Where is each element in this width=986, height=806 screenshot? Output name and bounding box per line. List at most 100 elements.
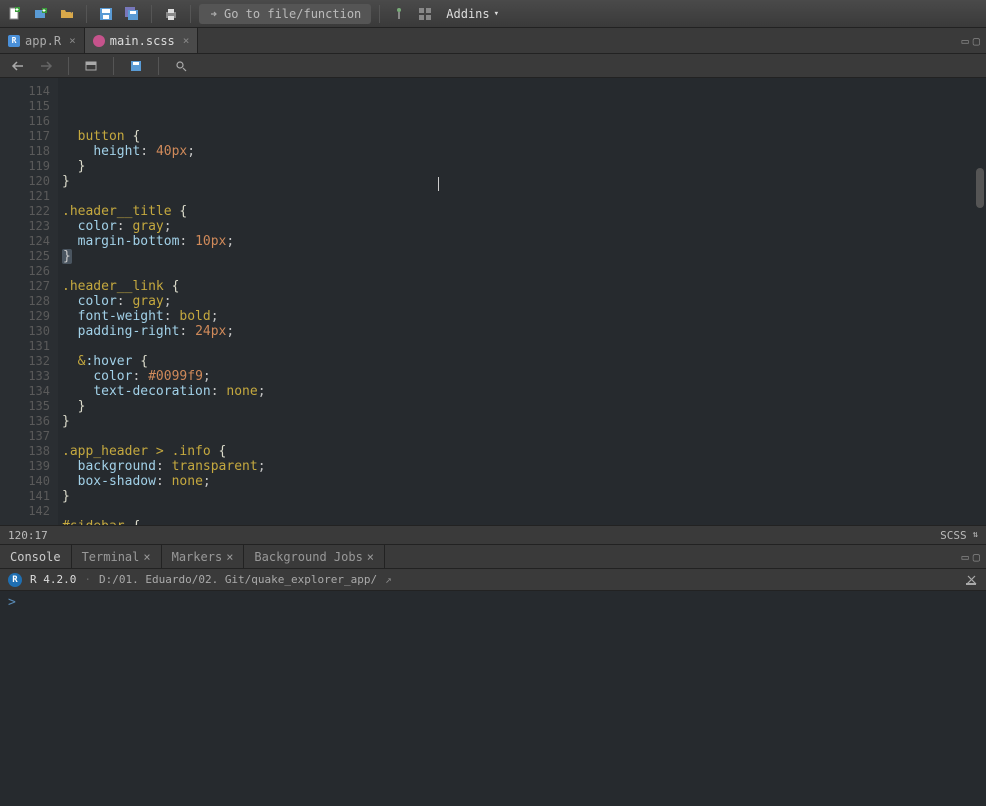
code-content[interactable]: button { height: 40px; }} .header__title …	[58, 78, 986, 525]
code-line[interactable]: box-shadow: none;	[58, 474, 986, 489]
code-line[interactable]: color: gray;	[58, 294, 986, 309]
main-toolbar: Go to file/function Addins ▾	[0, 0, 986, 28]
close-icon[interactable]: ×	[69, 34, 76, 47]
line-number: 140	[0, 474, 58, 489]
code-line[interactable]: }	[58, 489, 986, 504]
text-cursor	[438, 177, 439, 191]
tab-app-r[interactable]: R app.R ×	[0, 28, 85, 53]
maximize-icon[interactable]: ▢	[973, 34, 980, 48]
working-directory[interactable]: D:/01. Eduardo/02. Git/quake_explorer_ap…	[99, 573, 377, 586]
close-icon[interactable]: ×	[367, 550, 374, 564]
line-number: 135	[0, 399, 58, 414]
tab-main-scss[interactable]: main.scss ×	[85, 28, 199, 53]
addins-label: Addins	[446, 7, 489, 21]
code-line[interactable]: }	[58, 174, 986, 189]
tab-label: Console	[10, 550, 61, 564]
code-line[interactable]: text-decoration: none;	[58, 384, 986, 399]
minimize-icon[interactable]: ▭	[962, 34, 969, 48]
code-line[interactable]: button {	[58, 129, 986, 144]
code-line[interactable]: .header__title {	[58, 204, 986, 219]
clear-icon[interactable]	[964, 573, 978, 587]
code-line[interactable]: margin-bottom: 10px;	[58, 234, 986, 249]
code-line[interactable]	[58, 189, 986, 204]
line-number: 125	[0, 249, 58, 264]
toolbar-separator	[379, 5, 380, 23]
addins-menu[interactable]: Addins ▾	[440, 3, 505, 25]
close-icon[interactable]: ×	[143, 550, 150, 564]
popout-icon[interactable]: ↗	[385, 573, 392, 586]
code-editor[interactable]: 1141151161171181191201211221231241251261…	[0, 78, 986, 525]
line-number: 118	[0, 144, 58, 159]
code-line[interactable]: }	[58, 399, 986, 414]
tab-label: Background Jobs	[254, 550, 362, 564]
line-number: 132	[0, 354, 58, 369]
line-number: 131	[0, 339, 58, 354]
code-line[interactable]: &:hover {	[58, 354, 986, 369]
tab-terminal[interactable]: Terminal ×	[72, 545, 162, 568]
code-line[interactable]: }	[58, 249, 986, 264]
line-number: 116	[0, 114, 58, 129]
line-number: 128	[0, 294, 58, 309]
line-number: 142	[0, 504, 58, 519]
code-line[interactable]: }	[58, 414, 986, 429]
line-number: 136	[0, 414, 58, 429]
code-line[interactable]: color: #0099f9;	[58, 369, 986, 384]
line-number: 129	[0, 309, 58, 324]
tab-background-jobs[interactable]: Background Jobs ×	[244, 545, 385, 568]
show-in-new-window-icon[interactable]	[81, 57, 101, 75]
open-file-icon[interactable]	[56, 3, 78, 25]
save-icon[interactable]	[95, 3, 117, 25]
tab-markers[interactable]: Markers ×	[162, 545, 245, 568]
editor-tabs: R app.R × main.scss × ▭ ▢	[0, 28, 986, 54]
toolbar-separator	[86, 5, 87, 23]
line-number: 114	[0, 84, 58, 99]
code-line[interactable]: font-weight: bold;	[58, 309, 986, 324]
build-icon[interactable]	[388, 3, 410, 25]
line-number: 123	[0, 219, 58, 234]
code-line[interactable]: #sidebar {	[58, 519, 986, 525]
editor-toolbar	[0, 54, 986, 78]
cursor-position: 120:17	[8, 529, 48, 542]
save-all-icon[interactable]	[121, 3, 143, 25]
close-icon[interactable]: ×	[226, 550, 233, 564]
code-line[interactable]	[58, 429, 986, 444]
maximize-icon[interactable]: ▢	[973, 550, 980, 564]
console-body[interactable]: >	[0, 591, 986, 806]
goto-file-function[interactable]: Go to file/function	[199, 4, 371, 24]
code-line[interactable]	[58, 264, 986, 279]
save-icon[interactable]	[126, 57, 146, 75]
r-file-icon: R	[8, 35, 20, 47]
line-number: 124	[0, 234, 58, 249]
new-project-icon[interactable]	[30, 3, 52, 25]
code-line[interactable]: .header__link {	[58, 279, 986, 294]
line-number: 141	[0, 489, 58, 504]
code-line[interactable]: .app_header > .info {	[58, 444, 986, 459]
code-line[interactable]: color: gray;	[58, 219, 986, 234]
code-line[interactable]	[58, 339, 986, 354]
tab-label: main.scss	[110, 34, 175, 48]
toolbar-separator	[68, 57, 69, 75]
code-line[interactable]: }	[58, 159, 986, 174]
find-icon[interactable]	[171, 57, 191, 75]
minimize-icon[interactable]: ▭	[962, 550, 969, 564]
new-file-icon[interactable]	[4, 3, 26, 25]
chevron-updown-icon[interactable]: ⇅	[973, 530, 978, 540]
language-mode[interactable]: SCSS	[940, 529, 967, 542]
tab-console[interactable]: Console	[0, 545, 72, 568]
goto-arrow-icon	[209, 9, 219, 19]
code-line[interactable]: height: 40px;	[58, 144, 986, 159]
line-number: 134	[0, 384, 58, 399]
r-version: R 4.2.0	[30, 573, 76, 586]
scrollbar-thumb[interactable]	[976, 168, 984, 208]
close-icon[interactable]: ×	[183, 34, 190, 47]
forward-icon[interactable]	[36, 57, 56, 75]
back-icon[interactable]	[8, 57, 28, 75]
code-line[interactable]: background: transparent;	[58, 459, 986, 474]
grid-icon[interactable]	[414, 3, 436, 25]
print-icon[interactable]	[160, 3, 182, 25]
toolbar-separator	[158, 57, 159, 75]
code-line[interactable]	[58, 504, 986, 519]
line-number: 126	[0, 264, 58, 279]
code-line[interactable]: padding-right: 24px;	[58, 324, 986, 339]
line-number: 122	[0, 204, 58, 219]
